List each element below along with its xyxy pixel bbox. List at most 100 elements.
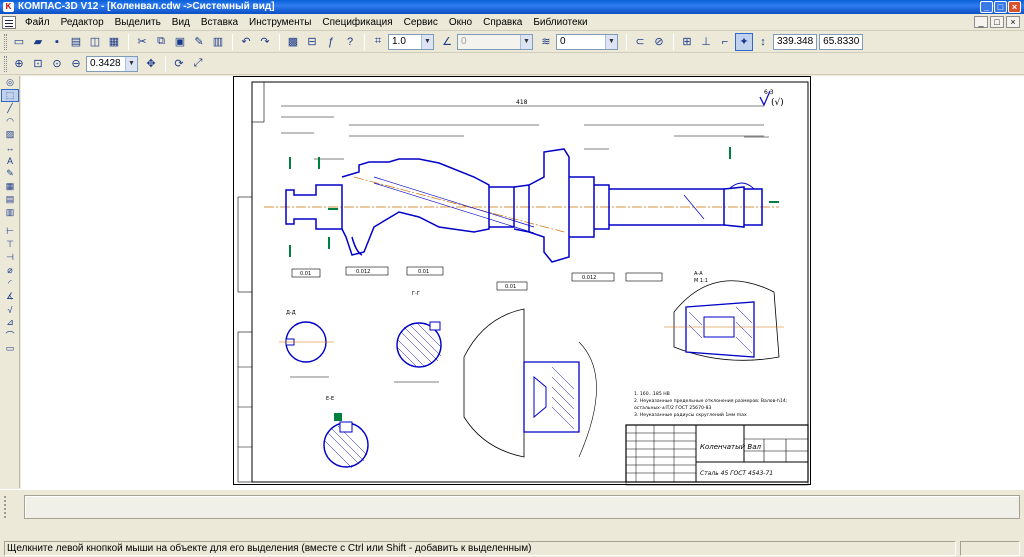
menu-insert[interactable]: Вставка <box>196 15 244 30</box>
properties-area[interactable] <box>24 495 1020 519</box>
document-icon[interactable] <box>2 15 16 29</box>
format-brush-icon[interactable]: ✎ <box>190 33 208 51</box>
spec-icon[interactable]: ▤ <box>1 193 19 206</box>
section-label: А-А <box>694 271 703 277</box>
grid-icon[interactable]: ⊞ <box>678 33 696 51</box>
zoom-in-icon[interactable]: ⊕ <box>10 55 28 73</box>
copy-icon[interactable]: ⧉ <box>152 33 170 51</box>
menu-view[interactable]: Вид <box>167 15 196 30</box>
window-controls: _ □ × <box>980 1 1021 13</box>
layer-combo[interactable]: 0 ▼ <box>556 33 618 50</box>
menu-window[interactable]: Окно <box>444 15 478 30</box>
ortho-icon[interactable]: ⊥ <box>697 33 715 51</box>
close-button[interactable]: × <box>1008 1 1021 13</box>
undo-icon[interactable]: ↶ <box>237 33 255 51</box>
menu-select[interactable]: Выделить <box>110 15 167 30</box>
title-bar[interactable]: K КОМПАС-3D V12 - [Коленвал.cdw ->Систем… <box>0 0 1024 14</box>
function-icon[interactable]: ƒ <box>322 33 340 51</box>
angle-icon[interactable]: ∠ <box>438 33 456 51</box>
chevron-down-icon[interactable]: ▼ <box>605 34 617 49</box>
linear-dim-icon[interactable]: ⊢ <box>1 225 19 238</box>
menu-specification[interactable]: Спецификация <box>317 15 398 30</box>
show-all-icon[interactable]: ⤢ <box>189 55 207 73</box>
geometry-icon[interactable]: ◎ <box>1 76 19 89</box>
layer-icon[interactable]: ≋ <box>537 33 555 51</box>
edit-icon[interactable]: ✎ <box>1 167 19 180</box>
save-icon[interactable]: ▪ <box>48 33 66 51</box>
properties-icon[interactable]: ▥ <box>209 33 227 51</box>
coord-y-field[interactable]: 65.8330 <box>819 33 864 50</box>
grid-step-icon[interactable]: ⌗ <box>369 33 387 51</box>
preview-icon[interactable]: ▦ <box>105 33 123 51</box>
print-icon[interactable]: ▤ <box>67 33 85 51</box>
vertical-dim-icon[interactable]: ⊤ <box>1 238 19 251</box>
radius-icon[interactable]: ◜ <box>1 277 19 290</box>
help-pointer-icon[interactable]: ? <box>341 33 359 51</box>
drawing-material: Сталь 45 ГОСТ 4543-71 <box>700 470 773 477</box>
tolerance-icon[interactable]: ▭ <box>1 342 19 355</box>
note-line: 2. Неуказанные предельные отклонения раз… <box>634 398 788 404</box>
open-folder-icon[interactable]: ▰ <box>29 33 47 51</box>
window-title: КОМПАС-3D V12 - [Коленвал.cdw ->Системны… <box>18 1 275 12</box>
new-document-icon[interactable]: ▭ <box>10 33 28 51</box>
toolbar-grip[interactable] <box>4 55 7 72</box>
report-icon[interactable]: ▥ <box>1 206 19 219</box>
select-icon[interactable]: ⬚ <box>1 89 19 102</box>
angular-dim-icon[interactable]: ∡ <box>1 290 19 303</box>
kompas-app-icon[interactable]: K <box>3 2 14 12</box>
menu-editor[interactable]: Редактор <box>56 15 110 30</box>
hatch-icon[interactable]: ▨ <box>1 128 19 141</box>
chevron-down-icon[interactable]: ▼ <box>125 56 137 71</box>
paste-icon[interactable]: ▣ <box>171 33 189 51</box>
menu-help[interactable]: Справка <box>478 15 528 30</box>
cut-icon[interactable]: ✂ <box>133 33 151 51</box>
pan-icon[interactable]: ✥ <box>142 55 160 73</box>
dimension-icon[interactable]: ↔ <box>1 141 19 154</box>
status-bar: Щелкните левой кнопкой мыши на объекте д… <box>0 524 1024 557</box>
table-icon[interactable]: ▦ <box>1 180 19 193</box>
toolbar-grip[interactable] <box>4 33 7 50</box>
line-icon[interactable]: ╱ <box>1 102 19 115</box>
panel-grip[interactable] <box>4 496 18 518</box>
maximize-button[interactable]: □ <box>994 1 1007 13</box>
doc-minimize-button[interactable]: _ <box>974 16 988 28</box>
zoom-dynamic-icon[interactable]: ⊙ <box>48 55 66 73</box>
coord-x-field[interactable]: 339.348 <box>773 33 818 50</box>
section-label: Д-Д <box>286 310 296 316</box>
coordinates-icon[interactable]: ↕ <box>754 33 772 51</box>
leader-icon[interactable]: ⌒ <box>1 329 19 342</box>
roughness-icon[interactable]: √ <box>1 303 19 316</box>
arc-icon[interactable]: ◠ <box>1 115 19 128</box>
zoom-window-icon[interactable]: ⊡ <box>29 55 47 73</box>
drawing-sheet[interactable]: 418 6,3 (√) 0.01 0.012 0.01 0.01 0.012 Д… <box>233 76 811 486</box>
print-preview-icon[interactable]: ◫ <box>86 33 104 51</box>
parametric-icon[interactable]: ⊣ <box>1 251 19 264</box>
tolerance-value: 0.01 <box>418 269 429 275</box>
variables-icon[interactable]: ⊟ <box>303 33 321 51</box>
doc-restore-button[interactable]: □ <box>990 16 1004 28</box>
redo-icon[interactable]: ↷ <box>256 33 274 51</box>
text-icon[interactable]: A <box>1 154 19 167</box>
zoom-combo[interactable]: 0.3428 ▼ <box>86 55 138 72</box>
view-toolbar: ⊕ ⊡ ⊙ ⊖ 0.3428 ▼ ✥ ⟳ ⤢ <box>0 53 1024 75</box>
snap-off-icon[interactable]: ⊘ <box>650 33 668 51</box>
manager-icon[interactable]: ▩ <box>284 33 302 51</box>
step-combo[interactable]: 1.0 ▼ <box>388 33 434 50</box>
minimize-button[interactable]: _ <box>980 1 993 13</box>
refresh-view-icon[interactable]: ⟳ <box>170 55 188 73</box>
doc-close-button[interactable]: × <box>1006 16 1020 28</box>
section-label: Е-Е <box>326 396 334 402</box>
menu-service[interactable]: Сервис <box>399 15 444 30</box>
menu-tools[interactable]: Инструменты <box>244 15 317 30</box>
drawing-workarea[interactable]: 418 6,3 (√) 0.01 0.012 0.01 0.01 0.012 Д… <box>21 76 1024 489</box>
local-cs-icon[interactable]: ⌐ <box>716 33 734 51</box>
chevron-down-icon[interactable]: ▼ <box>421 34 433 49</box>
base-icon[interactable]: ⊿ <box>1 316 19 329</box>
cursor-coords-icon[interactable]: ✦ <box>735 32 753 51</box>
menu-libraries[interactable]: Библиотеки <box>528 15 593 30</box>
menu-file[interactable]: Файл <box>20 15 56 30</box>
status-hint: Щелкните левой кнопкой мыши на объекте д… <box>4 541 956 556</box>
diameter-icon[interactable]: ⌀ <box>1 264 19 277</box>
zoom-out-icon[interactable]: ⊖ <box>67 55 85 73</box>
snap-magnet-icon[interactable]: ⊂ <box>631 33 649 51</box>
